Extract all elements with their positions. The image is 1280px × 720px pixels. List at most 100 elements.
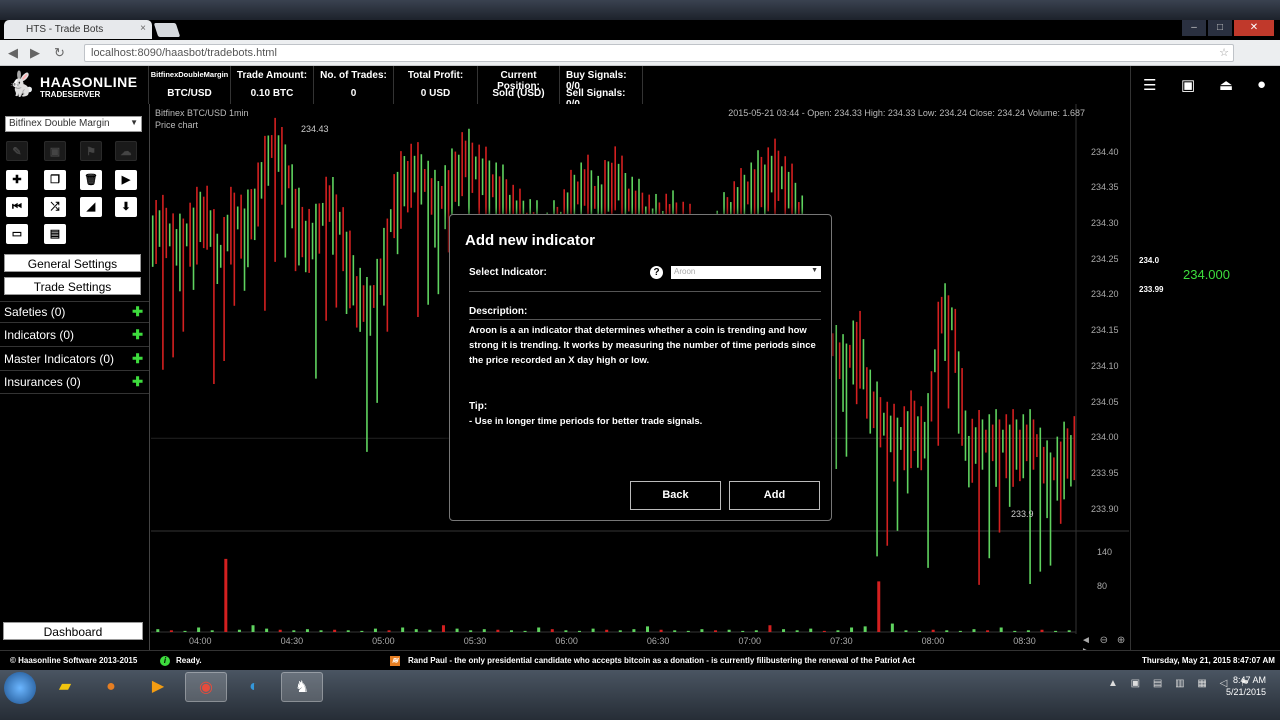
help-icon[interactable]: ? <box>650 266 663 279</box>
taskbar-clock[interactable]: 8:47 AM 5/21/2015 <box>1226 674 1266 698</box>
url-input[interactable]: localhost:8090/haasbot/tradebots.html ☆ <box>84 44 1234 62</box>
sidebar-item-label: Master Indicators (0) <box>4 352 115 366</box>
volume-bar <box>850 627 854 632</box>
tab-close-icon[interactable]: × <box>140 23 146 34</box>
new-tab-button[interactable] <box>153 23 181 37</box>
download-icon[interactable]: ⬇ <box>115 197 137 217</box>
exchange-select[interactable]: Bitfinex Double Margin ▼ <box>5 116 142 132</box>
sidebar-item-safeties[interactable]: Safeties (0) ✚ <box>0 301 149 323</box>
sidebar-item-label: Safeties (0) <box>4 305 66 319</box>
browser-titlebar <box>0 0 1280 20</box>
volume-bar <box>509 630 513 632</box>
divider <box>469 319 821 320</box>
volume-bar <box>401 627 405 632</box>
logo-name: HAASONLINE <box>40 74 138 90</box>
minimize-icon[interactable]: – <box>1182 20 1206 36</box>
status-bar: © Haasonline Software 2013-2015 i Ready. … <box>0 650 1280 670</box>
volume-bar <box>1054 630 1058 632</box>
stat-label: No. of Trades: <box>320 70 387 81</box>
haasonline-logo: 🐇 HAASONLINE TRADESERVER <box>4 68 146 102</box>
add-button[interactable]: Add <box>729 481 820 510</box>
volume-bar <box>577 630 581 632</box>
firefox-icon[interactable]: ● <box>90 672 132 702</box>
eraser-icon[interactable]: ◢ <box>80 197 102 217</box>
back-button[interactable]: Back <box>630 481 721 510</box>
plus-icon[interactable]: ✚ <box>132 327 143 343</box>
maximize-icon[interactable]: □ <box>1208 20 1232 36</box>
stat-trade-amount: Trade Amount: 0.10 BTC <box>230 66 313 104</box>
shuffle-icon[interactable]: ⤮ <box>44 197 66 217</box>
volume-bar <box>809 628 813 632</box>
chrome-icon[interactable]: ◉ <box>185 672 227 702</box>
volume-bar <box>890 623 894 632</box>
x-tick-label: 04:00 <box>189 636 212 646</box>
indicator-select[interactable]: Aroon ▼ <box>671 266 821 279</box>
screen: HTS - Trade Bots × – □ ✕ ◀ ▶ ↻ localhost… <box>0 0 1280 720</box>
dialog-title: Add new indicator <box>465 232 596 249</box>
browser-tab[interactable]: HTS - Trade Bots × <box>4 20 152 39</box>
copy-icon[interactable]: ❐ <box>44 170 66 190</box>
volume-bar <box>986 630 990 632</box>
volume-bar <box>686 630 690 632</box>
x-tick-label: 08:30 <box>1013 636 1036 646</box>
news-ticker[interactable]: ≋ Rand Paul - the only presidential candi… <box>390 656 915 666</box>
user-icon[interactable]: ● <box>1257 76 1266 93</box>
volume-tick-label: 140 <box>1097 547 1113 558</box>
dashboard-button[interactable]: Dashboard <box>3 622 143 640</box>
x-tick-label: 06:00 <box>555 636 578 646</box>
play-icon[interactable]: ▶ <box>115 170 137 190</box>
file-explorer-icon[interactable]: ▰ <box>44 672 86 702</box>
volume-bar <box>714 630 718 632</box>
select-indicator-label: Select Indicator: <box>469 267 547 278</box>
sidebar-item-indicators[interactable]: Indicators (0) ✚ <box>0 325 149 347</box>
delete-icon[interactable]: 🗑 <box>80 170 102 190</box>
close-window-icon[interactable]: ✕ <box>1234 20 1274 36</box>
volume-bar <box>972 629 976 632</box>
add-icon[interactable]: ✚ <box>6 170 28 190</box>
rabbit-logo-icon: 🐇 <box>6 71 36 98</box>
sidebar-item-insurances[interactable]: Insurances (0) ✚ <box>0 372 149 394</box>
plus-icon[interactable]: ✚ <box>132 351 143 367</box>
sidebar-item-master-indicators[interactable]: Master Indicators (0) ✚ <box>0 349 149 371</box>
volume-bar <box>251 625 255 632</box>
x-tick-label: 07:00 <box>738 636 762 646</box>
x-tick-label: 04:30 <box>280 636 304 646</box>
volume-bar <box>319 630 323 632</box>
app-icon[interactable]: ◐ <box>233 672 275 702</box>
volume-bar <box>292 630 296 632</box>
description-text: Aroon is a an indicator that determines … <box>469 325 816 366</box>
volume-bar <box>346 630 350 632</box>
volume-bar <box>1067 630 1071 632</box>
back-arrow-icon[interactable]: ◀ <box>8 45 18 61</box>
high-annotation: 234.43 <box>301 124 329 134</box>
volume-bar <box>387 630 391 632</box>
plus-icon[interactable]: ✚ <box>132 374 143 390</box>
haasbot-taskbar-icon[interactable]: ♞ <box>281 672 323 702</box>
reload-icon[interactable]: ↻ <box>54 45 65 61</box>
start-button[interactable] <box>4 672 36 704</box>
document-icon[interactable]: ▤ <box>44 224 66 244</box>
volume-bar <box>197 627 201 632</box>
media-player-icon[interactable]: ▶ <box>137 672 179 702</box>
monitor-icon[interactable]: ▭ <box>6 224 28 244</box>
plus-icon[interactable]: ✚ <box>132 304 143 320</box>
volume-bar <box>482 629 486 632</box>
volume-bar <box>877 581 881 632</box>
price-top: 234.0 <box>1139 256 1160 265</box>
money-icon[interactable]: ▣ <box>1181 76 1195 94</box>
forward-arrow-icon[interactable]: ▶ <box>30 45 40 61</box>
trade-settings-button[interactable]: Trade Settings <box>4 277 141 295</box>
volume-bar <box>605 629 609 632</box>
copyright: © Haasonline Software 2013-2015 <box>10 656 138 665</box>
bookmark-star-icon[interactable]: ☆ <box>1219 46 1229 59</box>
inbox-icon[interactable]: ⏏ <box>1219 76 1233 94</box>
x-tick-label: 07:30 <box>830 636 853 646</box>
volume-bar <box>863 626 867 632</box>
menu-icon[interactable]: ☰ <box>1143 76 1156 94</box>
x-tick-label: 05:00 <box>372 636 395 646</box>
rewind-icon[interactable]: ⏮ <box>6 197 28 217</box>
volume-bar <box>333 629 337 632</box>
volume-bar <box>360 630 364 632</box>
volume-tick-label: 80 <box>1097 581 1108 591</box>
general-settings-button[interactable]: General Settings <box>4 254 141 272</box>
